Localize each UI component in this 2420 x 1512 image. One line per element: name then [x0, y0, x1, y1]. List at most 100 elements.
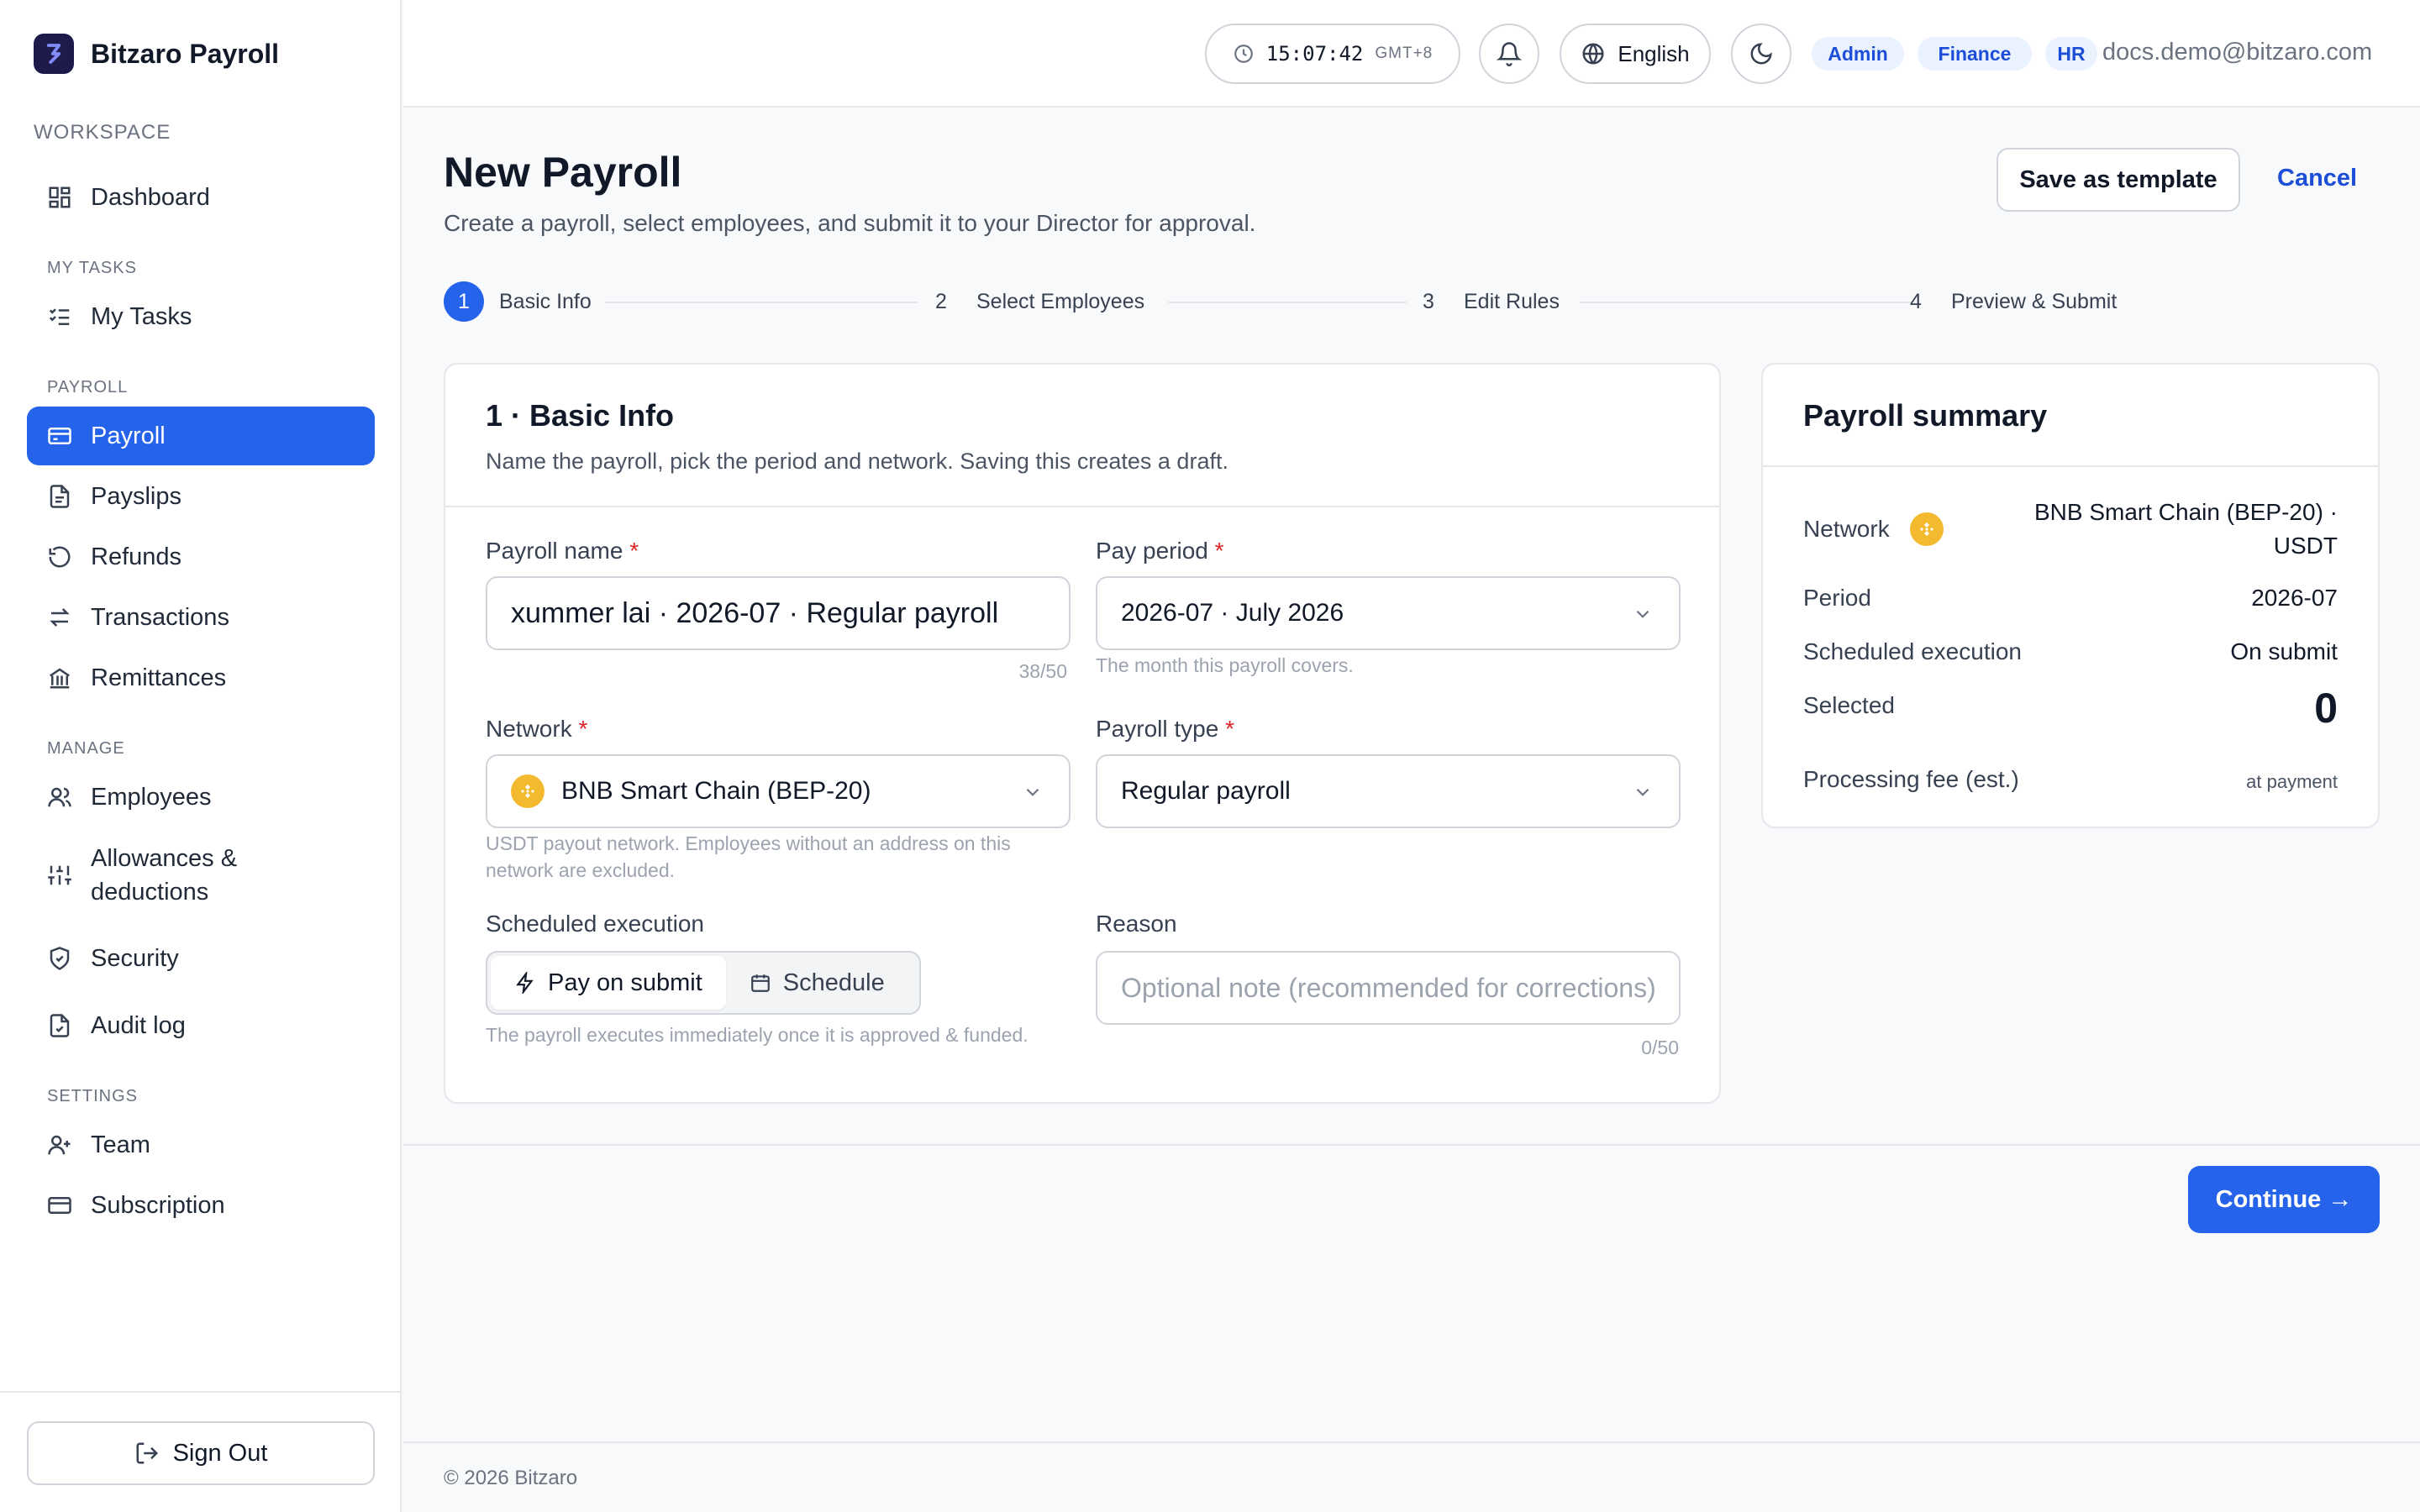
logout-icon — [136, 1442, 158, 1464]
brand-logo-icon — [34, 34, 74, 74]
user-email: docs.demo@bitzaro.com — [2102, 39, 2373, 66]
sliders-icon — [48, 865, 71, 885]
language-button[interactable]: English — [1560, 24, 1711, 84]
language-label: English — [1618, 40, 1690, 66]
scheduled-execution-label: Scheduled execution — [486, 911, 704, 937]
payroll-type-select[interactable]: Regular payroll — [1096, 754, 1681, 828]
calendar-icon — [750, 974, 770, 992]
sidebar-item-employees[interactable]: Employees — [27, 768, 375, 827]
sidebar-item-team[interactable]: Team — [27, 1116, 375, 1174]
card-subtitle: Name the payroll, pick the period and ne… — [486, 449, 1228, 474]
clock-timezone: GMT+8 — [1375, 45, 1434, 62]
theme-toggle-button[interactable] — [1731, 24, 1791, 84]
step-connector — [1580, 302, 1912, 303]
step-connector — [605, 302, 918, 303]
option-label: Schedule — [782, 969, 885, 996]
summary-network-value: BNB Smart Chain (BEP-20) · USDT — [2034, 499, 2338, 559]
clock-pill: 15:07:42 GMT+8 — [1205, 24, 1460, 84]
network-value: BNB Smart Chain (BEP-20) — [561, 777, 871, 805]
lightning-icon — [516, 972, 534, 994]
step-label: Preview & Submit — [1951, 289, 2118, 313]
card-title: 1 · Basic Info — [486, 398, 675, 433]
sidebar-item-allowances[interactable]: Allowances & deductions — [27, 837, 375, 914]
sidebar-item-payroll[interactable]: Payroll — [27, 407, 375, 465]
sidebar-item-label: Payroll — [91, 422, 166, 449]
chevron-down-icon — [1636, 610, 1649, 618]
step-preview-submit[interactable]: 4 Preview & Submit — [1896, 281, 2117, 323]
brand[interactable]: Bitzaro Payroll — [34, 34, 279, 74]
topbar: 15:07:42 GMT+8 English Admin Finance HR … — [403, 0, 2420, 108]
sidebar: Bitzaro Payroll WORKSPACE Dashboard MY T… — [0, 0, 402, 1512]
network-select[interactable]: BNB Smart Chain (BEP-20) — [486, 754, 1071, 828]
stepper: 1 Basic Info 2 Select Employees 3 Edit R… — [444, 281, 2124, 323]
step-edit-rules[interactable]: 3 Edit Rules — [1408, 281, 1560, 323]
role-badge-admin: Admin — [1812, 37, 1904, 71]
sidebar-item-label: Team — [91, 1131, 150, 1158]
nav-section-my-tasks: MY TASKS — [47, 259, 137, 277]
sidebar-item-label: Employees — [91, 783, 212, 811]
dashboard-icon — [49, 186, 71, 208]
sidebar-item-label: Security — [91, 944, 179, 972]
sidebar-item-refunds[interactable]: Refunds — [27, 528, 375, 586]
cancel-button[interactable]: Cancel — [2277, 165, 2357, 192]
sidebar-item-label: Subscription — [91, 1191, 225, 1219]
basic-info-card: 1 · Basic Info Name the payroll, pick th… — [444, 363, 1721, 1104]
step-number: 4 — [1910, 289, 1922, 313]
payroll-type-label: Payroll type * — [1096, 716, 1234, 742]
sidebar-item-security[interactable]: Security — [27, 929, 375, 988]
sidebar-item-label: My Tasks — [91, 302, 192, 330]
payroll-name-label: Payroll name * — [486, 538, 639, 564]
nav-section-manage: MANAGE — [47, 739, 125, 758]
chevron-down-icon — [1636, 788, 1649, 796]
pay-on-submit-option[interactable]: Pay on submit — [491, 956, 726, 1010]
role-badge-hr: HR — [2045, 37, 2097, 71]
save-as-template-button[interactable]: Save as template — [1996, 148, 2240, 212]
globe-icon — [1582, 43, 1604, 65]
summary-selected-value: 0 — [2314, 685, 2338, 732]
sidebar-item-my-tasks[interactable]: My Tasks — [27, 287, 375, 346]
footer-divider — [403, 1441, 2420, 1443]
step-basic-info[interactable]: 1 Basic Info — [444, 281, 592, 323]
summary-period-label: Period — [1803, 585, 1871, 611]
document-icon — [50, 485, 70, 508]
checklist-icon — [49, 308, 70, 325]
scheduled-execution-toggle: Pay on submit Schedule — [486, 951, 921, 1015]
card-divider — [445, 506, 1719, 507]
reason-label: Reason — [1096, 911, 1177, 937]
sidebar-item-label: Allowances & deductions — [91, 845, 238, 906]
sidebar-item-label: Audit log — [91, 1011, 186, 1039]
pay-period-value: 2026-07 · July 2026 — [1121, 599, 1344, 627]
schedule-option[interactable]: Schedule — [726, 956, 908, 1010]
summary-network-label: Network — [1803, 512, 1944, 546]
reason-input[interactable]: Optional note (recommended for correctio… — [1096, 951, 1681, 1025]
footer-copyright: © 2026 Bitzaro — [444, 1467, 578, 1489]
summary-fee-label: Processing fee (est.) — [1803, 766, 2019, 792]
step-number: 3 — [1423, 289, 1434, 313]
sidebar-item-remittances[interactable]: Remittances — [27, 648, 375, 707]
payroll-name-value: xummer lai · 2026-07 · Regular payroll — [511, 596, 999, 629]
sidebar-item-subscription[interactable]: Subscription — [27, 1176, 375, 1235]
pay-period-select[interactable]: 2026-07 · July 2026 — [1096, 576, 1681, 650]
reason-placeholder: Optional note (recommended for correctio… — [1121, 972, 1656, 1003]
network-label: Network * — [486, 716, 588, 742]
payroll-summary-card: Payroll summary Network BNB Smart Chain … — [1761, 363, 2380, 828]
nav-section-settings: SETTINGS — [47, 1087, 139, 1105]
continue-button[interactable]: Continue → — [2188, 1166, 2380, 1233]
page-title: New Payroll — [444, 149, 682, 196]
moon-icon — [1750, 43, 1772, 65]
bell-icon — [1497, 42, 1522, 66]
sidebar-item-transactions[interactable]: Transactions — [27, 588, 375, 647]
card-icon — [48, 1197, 71, 1214]
summary-selected-label: Selected — [1803, 692, 1895, 718]
notifications-button[interactable] — [1479, 24, 1539, 84]
sidebar-item-dashboard[interactable]: Dashboard — [27, 168, 375, 227]
step-label: Edit Rules — [1464, 289, 1560, 313]
sidebar-item-label: Remittances — [91, 664, 227, 691]
step-select-employees[interactable]: 2 Select Employees — [921, 281, 1144, 323]
sign-out-button[interactable]: Sign Out — [27, 1421, 375, 1485]
nav-section-payroll: PAYROLL — [47, 378, 129, 396]
sidebar-item-audit-log[interactable]: Audit log — [27, 996, 375, 1055]
payroll-name-input[interactable]: xummer lai · 2026-07 · Regular payroll — [486, 576, 1071, 650]
sidebar-item-payslips[interactable]: Payslips — [27, 467, 375, 526]
step-number: 2 — [935, 289, 947, 313]
